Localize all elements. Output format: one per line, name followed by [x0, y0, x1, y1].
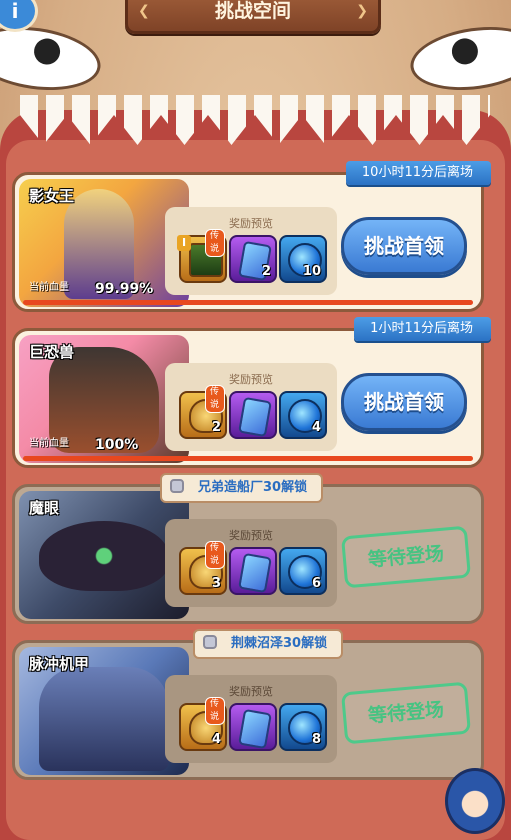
hp-bar-fill: [23, 300, 473, 305]
boss-figure: [39, 521, 169, 591]
reward-item-legendary[interactable]: 传说 4: [179, 697, 227, 751]
lock-icon: [170, 479, 184, 493]
hp-bar: [23, 456, 473, 461]
reward-title: 奖励预览: [229, 529, 273, 542]
item-quantity: 4: [211, 732, 221, 747]
gem-icon: [238, 396, 272, 438]
reward-item-blue-orb[interactable]: 6: [279, 547, 327, 595]
unlock-requirement: 荆棘沼泽30解锁: [193, 629, 344, 659]
page-title: ❮ 挑战空间 ❯: [125, 0, 381, 34]
awaiting-arrival-stamp: 等待登场: [340, 525, 472, 589]
tier-tag: I: [177, 235, 191, 251]
reward-preview: 奖励预览 传说 2 4: [165, 363, 337, 451]
boss-card-shadow-queen: 影女王 当前血量 99.99% 10小时11分后离场 奖励预览 传说 I 2 1…: [12, 161, 491, 312]
helper-avatar[interactable]: [445, 768, 505, 834]
reward-item-purple-gem[interactable]: [229, 547, 277, 595]
lock-icon: [203, 635, 217, 649]
reward-item-blue-orb[interactable]: 8: [279, 703, 327, 751]
hp-bar: [23, 300, 473, 305]
reward-preview: 奖励预览 传说 I 2 10: [165, 207, 337, 295]
monster-right-eye: [406, 19, 511, 98]
reward-preview: 奖励预览 传说 4 8: [165, 675, 337, 763]
reward-item-blue-orb[interactable]: 10: [279, 235, 327, 283]
reward-title: 奖励预览: [229, 217, 273, 230]
gem-icon: [238, 552, 272, 594]
title-ornament-left-icon: ❮: [138, 3, 150, 19]
boss-card-pulse-mech: 脉冲机甲 荆棘沼泽30解锁 奖励预览 传说 4 8 等待登场: [12, 629, 484, 780]
boss-portrait[interactable]: 脉冲机甲: [19, 647, 189, 775]
unlock-requirement-text: 荆棘沼泽30解锁: [231, 636, 328, 651]
title-ornament-right-icon: ❯: [356, 3, 368, 19]
boss-name: 脉冲机甲: [29, 655, 90, 673]
hp-value: 99.99%: [95, 281, 154, 297]
unlock-requirement: 兄弟造船厂30解锁: [160, 473, 324, 503]
reward-item-purple-gem[interactable]: [229, 703, 277, 751]
item-quantity: 3: [211, 576, 221, 591]
unlock-requirement-text: 兄弟造船厂30解锁: [198, 480, 308, 495]
reward-item-legendary[interactable]: 传说 I: [177, 229, 227, 283]
reward-item-purple-gem[interactable]: [229, 391, 277, 439]
challenge-space-screen: i ❮ 挑战空间 ❯ 影女王 当前血量 99.99% 10小时11分后离场 奖励…: [0, 0, 511, 840]
reward-preview: 奖励预览 传说 3 6: [165, 519, 337, 607]
boss-figure: [39, 667, 169, 771]
boss-portrait[interactable]: 魔眼: [19, 491, 189, 619]
boss-portrait[interactable]: 巨恐兽 当前血量 100%: [19, 335, 189, 463]
info-icon: i: [11, 0, 19, 23]
item-quantity: 8: [311, 732, 321, 747]
reward-title: 奖励预览: [229, 373, 273, 386]
boss-name: 巨恐兽: [29, 343, 75, 361]
legend-tag: 传说: [205, 697, 225, 725]
hp-bar-fill: [23, 456, 473, 461]
pupil: [32, 36, 62, 67]
boss-name: 魔眼: [29, 499, 60, 517]
boss-card-evil-eye: 魔眼 兄弟造船厂30解锁 奖励预览 传说 3 6 等待登场: [12, 473, 484, 624]
hp-label: 当前血量: [29, 438, 69, 449]
boss-portrait[interactable]: 影女王 当前血量 99.99%: [19, 179, 189, 307]
reward-item-blue-orb[interactable]: 4: [279, 391, 327, 439]
pupil: [450, 36, 480, 67]
reward-item-legendary[interactable]: 传说 3: [179, 541, 227, 595]
item-quantity: 6: [311, 576, 321, 591]
departure-timer: 1小时11分后离场: [354, 317, 491, 341]
departure-timer: 10小时11分后离场: [345, 161, 491, 185]
legend-tag: 传说: [205, 229, 225, 257]
boss-card-behemoth: 巨恐兽 当前血量 100% 1小时11分后离场 奖励预览 传说 2 4 挑战首领: [12, 317, 491, 468]
awaiting-arrival-stamp: 等待登场: [340, 681, 472, 745]
item-quantity: 10: [302, 264, 321, 279]
legend-tag: 传说: [205, 385, 225, 413]
legend-tag: 传说: [205, 541, 225, 569]
hp-label: 当前血量: [29, 282, 69, 293]
boss-name: 影女王: [29, 187, 75, 205]
reward-item-legendary[interactable]: 传说 2: [179, 385, 227, 439]
challenge-boss-button[interactable]: 挑战首领: [341, 373, 467, 431]
item-quantity: 4: [311, 420, 321, 435]
gem-icon: [238, 708, 272, 750]
reward-item-purple-gem[interactable]: 2: [229, 235, 277, 283]
reward-title: 奖励预览: [229, 685, 273, 698]
challenge-boss-button[interactable]: 挑战首领: [341, 217, 467, 275]
item-quantity: 2: [261, 264, 271, 279]
page-title-text: 挑战空间: [214, 0, 291, 22]
hp-value: 100%: [95, 437, 139, 453]
item-quantity: 2: [211, 420, 221, 435]
